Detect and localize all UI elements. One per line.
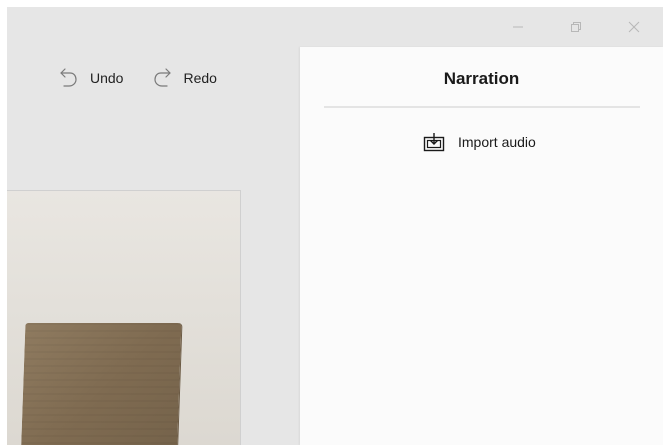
window-controls <box>489 7 663 47</box>
undo-button[interactable]: Undo <box>58 62 123 94</box>
redo-button[interactable]: Redo <box>151 62 217 94</box>
undo-icon <box>58 66 80 90</box>
video-editor-window: Undo Redo Narration Import audio <box>0 0 663 445</box>
redo-label: Redo <box>183 70 217 86</box>
import-audio-button[interactable]: Import audio <box>422 131 536 153</box>
undo-label: Undo <box>90 70 124 86</box>
minimize-icon <box>513 26 523 28</box>
edit-toolbar: Undo Redo <box>58 62 245 94</box>
import-audio-label: Import audio <box>458 134 536 150</box>
close-icon <box>628 21 640 33</box>
redo-icon <box>151 66 173 90</box>
import-audio-icon <box>422 131 446 153</box>
panel-divider <box>324 106 640 108</box>
narration-panel: Narration Import audio <box>300 47 663 445</box>
preview-frame-content <box>20 323 182 445</box>
restore-icon <box>571 22 581 32</box>
video-preview[interactable] <box>7 190 241 445</box>
close-button[interactable] <box>605 7 663 47</box>
panel-title: Narration <box>443 69 520 88</box>
minimize-button[interactable] <box>489 7 547 47</box>
restore-button[interactable] <box>547 7 605 47</box>
